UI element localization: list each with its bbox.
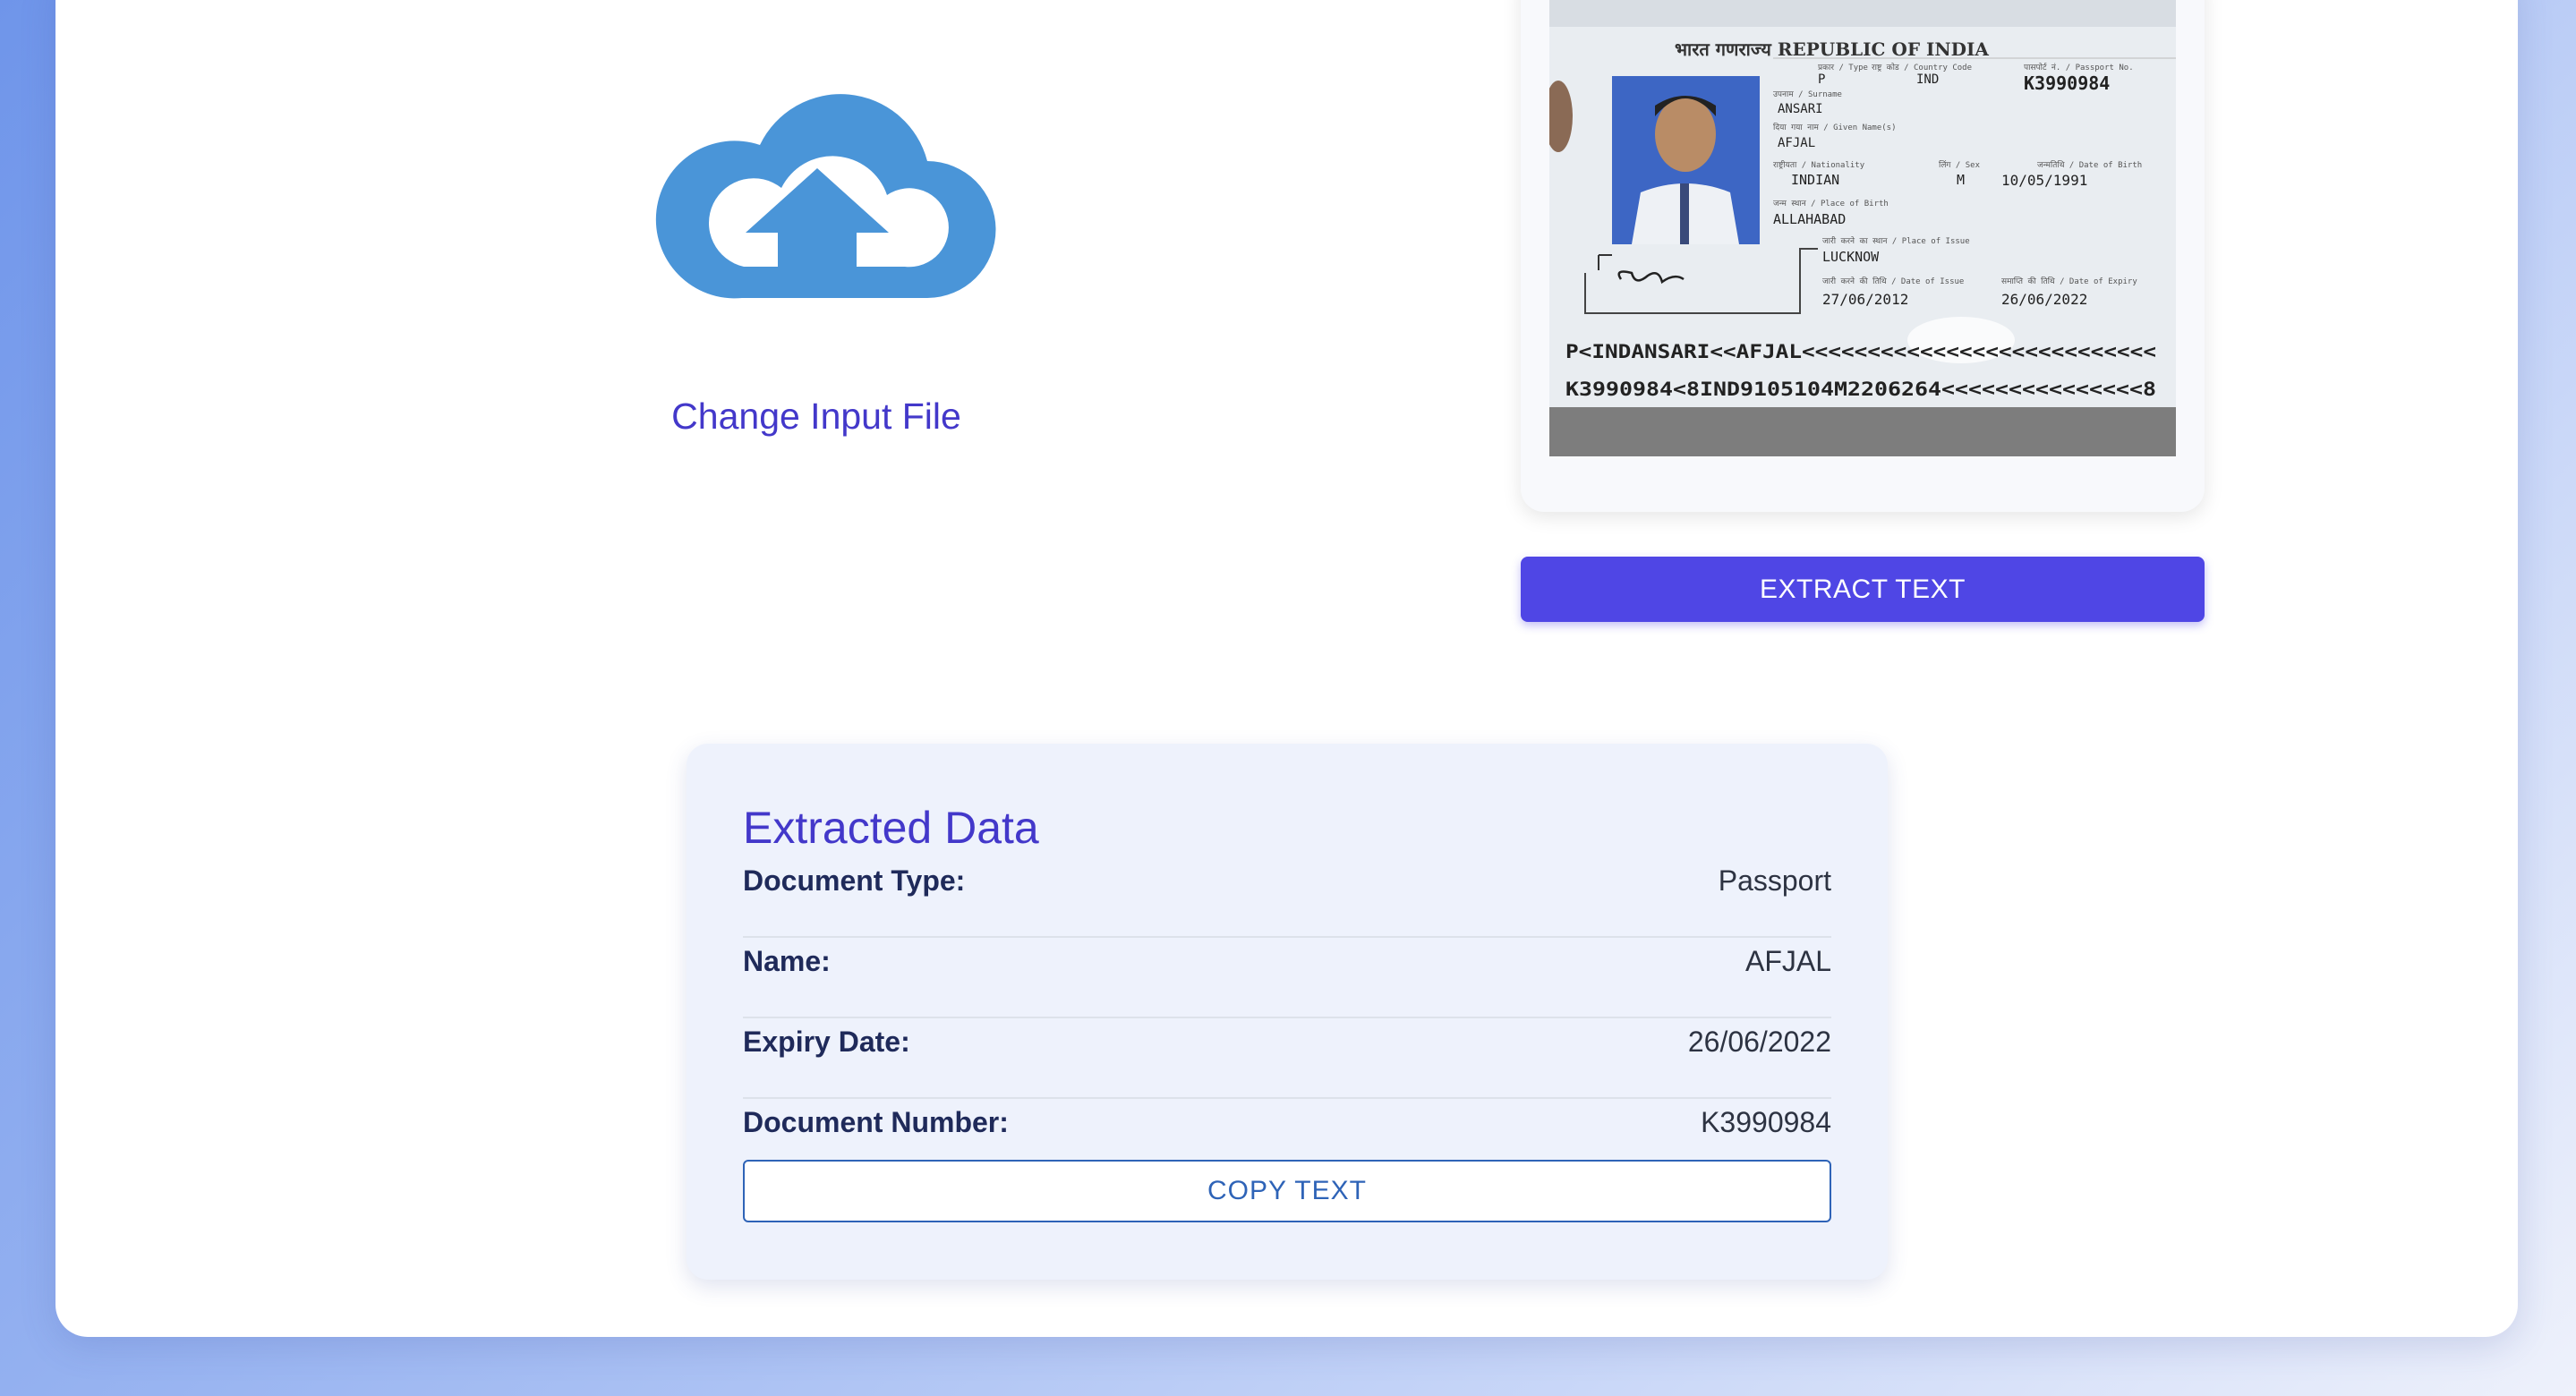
row-value: 26/06/2022 (1687, 1026, 1831, 1058)
surname-value: ANSARI (1778, 102, 1823, 116)
poi-label: जारी करने का स्थान / Place of Issue (1822, 235, 1970, 246)
doe-value: 26/06/2022 (2001, 291, 2087, 308)
extracted-data-title: Extracted Data (743, 803, 1039, 853)
given-label: दिया गया नाम / Given Name(s) (1773, 122, 1897, 132)
cloud-upload-icon[interactable] (636, 61, 998, 302)
data-row-name: Name: AFJAL (743, 936, 1831, 1018)
sex-value: M (1957, 172, 1965, 188)
copy-text-button[interactable]: COPY TEXT (743, 1160, 1831, 1222)
nationality-value: INDIAN (1791, 172, 1839, 188)
surname-label: उपनाम / Surname (1773, 90, 1842, 99)
row-label: Name: (743, 945, 831, 977)
country-value: IND (1916, 72, 1939, 87)
country-label: राष्ट्र कोड / Country Code (1872, 62, 1972, 72)
row-value: AFJAL (1744, 945, 1831, 977)
doi-value: 27/06/2012 (1822, 291, 1908, 308)
passport-image: भारत गणराज्य REPUBLIC OF INDIA प्रकार / … (1549, 0, 2176, 456)
row-label: Document Type: (743, 864, 966, 897)
mrz-line-1: P<INDANSARI<<AFJAL<<<<<<<<<<<<<<<<<<<<<<… (1565, 341, 2156, 362)
pob-label: जन्म स्थान / Place of Birth (1773, 200, 1889, 209)
poi-value: LUCKNOW (1822, 249, 1880, 265)
pob-value: ALLAHABAD (1773, 211, 1846, 227)
row-label: Document Number: (743, 1106, 1009, 1138)
data-row-document-type: Document Type: Passport (743, 855, 1831, 938)
type-label: प्रकार / Type (1818, 64, 1868, 72)
passport-no-value: K3990984 (2024, 72, 2110, 94)
extract-text-button[interactable]: EXTRACT TEXT (1521, 557, 2205, 622)
row-value: K3990984 (1701, 1106, 1831, 1138)
change-input-file-link[interactable]: Change Input File (637, 396, 995, 438)
nationality-label: राष्ट्रीयता / Nationality (1773, 159, 1865, 170)
passport-header: भारत गणराज्य REPUBLIC OF INDIA (1675, 38, 1989, 60)
row-label: Expiry Date: (743, 1026, 910, 1058)
row-value: Passport (1718, 864, 1831, 897)
mrz-line-2: K3990984<8IND9105104M2206264<<<<<<<<<<<<… (1565, 379, 2156, 400)
dob-label: जन्मतिथि / Date of Birth (2037, 159, 2142, 170)
type-value: P (1818, 72, 1825, 87)
dob-value: 10/05/1991 (2001, 172, 2087, 189)
sex-label: लिंग / Sex (1939, 159, 1981, 170)
passport-no-label: पासपोर्ट नं. / Passport No. (2024, 62, 2134, 72)
doe-label: समाप्ति की तिथि / Date of Expiry (2001, 276, 2137, 286)
doi-label: जारी करने की तिथि / Date of Issue (1822, 276, 1964, 286)
data-row-expiry-date: Expiry Date: 26/06/2022 (743, 1017, 1831, 1099)
given-value: AFJAL (1778, 136, 1815, 150)
